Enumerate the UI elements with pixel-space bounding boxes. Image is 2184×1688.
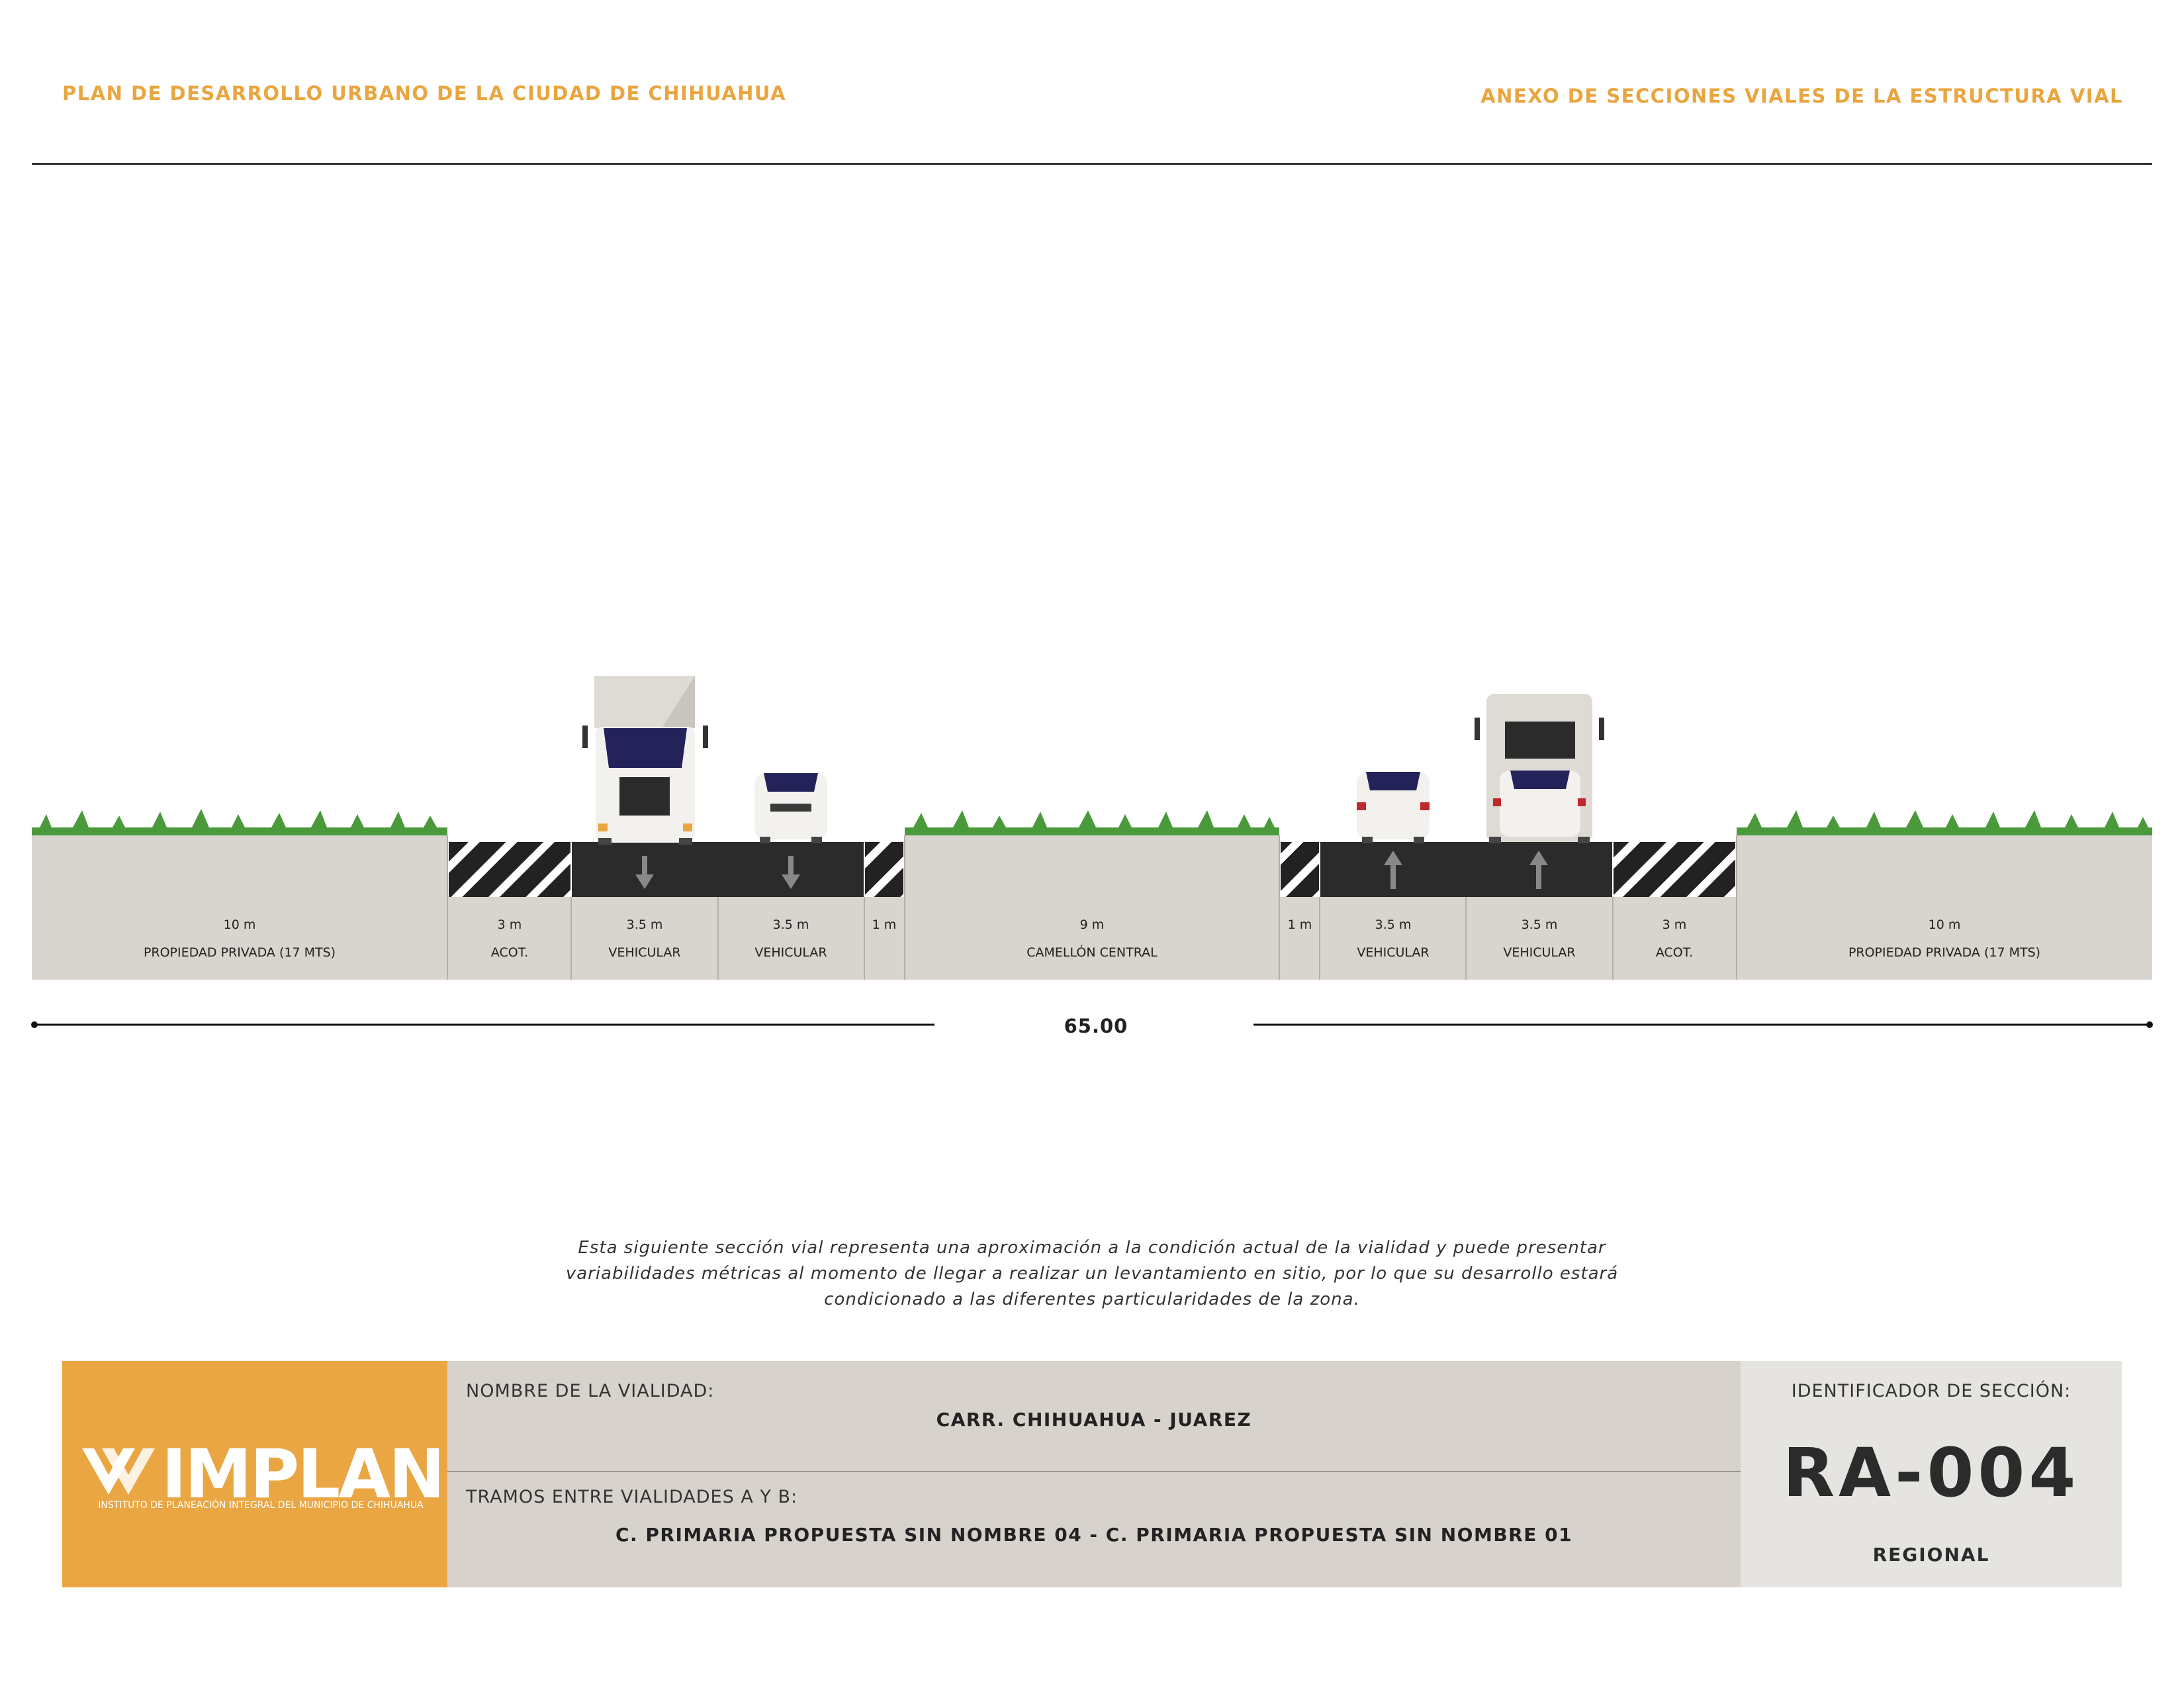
road-name-label: NOMBRE DE LA VIALIDAD: — [466, 1381, 715, 1401]
car-front-icon — [754, 773, 827, 843]
segment-name: PROPIEDAD PRIVADA (17 MTS) — [143, 945, 336, 960]
grass-left — [32, 809, 447, 835]
shoulder-left-outer — [449, 842, 570, 897]
label-band-right-road — [1279, 897, 1737, 980]
truck-front-icon — [582, 676, 708, 845]
shoulder-left-inner — [865, 842, 903, 897]
grass-right — [1737, 810, 2152, 835]
segment-name: PROPIEDAD PRIVADA (17 MTS) — [1848, 945, 2041, 960]
total-width-label: 65.00 — [1064, 1015, 1128, 1037]
road-name-value: CARR. CHIHUAHUA - JUAREZ — [936, 1409, 1252, 1430]
implan-logo-subtitle: INSTITUTO DE PLANEACIÓN INTEGRAL DEL MUN… — [98, 1500, 424, 1511]
segment-size: 10 m — [1928, 917, 1961, 932]
dimension-endpoint — [2146, 1021, 2153, 1028]
disclaimer-note: Esta siguiente sección vial representa u… — [565, 1238, 1619, 1309]
segment-range-label: TRAMOS ENTRE VIALIDADES A Y B: — [466, 1487, 798, 1507]
label-band-left-road — [447, 897, 905, 980]
segment-name: ACOT. — [1655, 945, 1694, 960]
segment-name: VEHICULAR — [754, 945, 827, 960]
implan-logo-icon — [82, 1448, 155, 1495]
section-classification: REGIONAL — [1872, 1544, 1990, 1566]
segment-size: 3 m — [1662, 917, 1687, 932]
dimension-endpoint — [31, 1021, 38, 1028]
title-block: IMPLAN INSTITUTO DE PLANEACIÓN INTEGRAL … — [62, 1361, 2122, 1587]
road-cross-section — [31, 676, 2153, 1028]
segment-name: CAMELLÓN CENTRAL — [1026, 945, 1158, 960]
truck-rear-icon — [1475, 694, 1604, 843]
shoulder-right-inner — [1281, 842, 1319, 897]
segment-size: 10 m — [223, 917, 256, 932]
road-info-divider — [447, 1471, 1741, 1472]
segment-range-value: C. PRIMARIA PROPUESTA SIN NOMBRE 04 - C.… — [615, 1524, 1573, 1546]
car-rear-icon — [1357, 772, 1430, 843]
section-id-code: RA-004 — [1782, 1434, 2080, 1513]
implan-logo-box: IMPLAN INSTITUTO DE PLANEACIÓN INTEGRAL … — [62, 1361, 447, 1587]
shoulder-right-outer — [1614, 842, 1735, 897]
section-id-label: IDENTIFICADOR DE SECCIÓN: — [1791, 1381, 2071, 1401]
grass-median — [905, 810, 1279, 835]
